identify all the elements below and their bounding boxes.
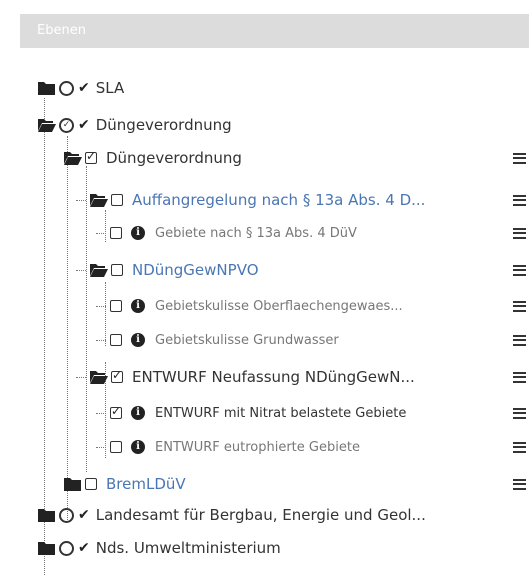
layer-label[interactable]: BremLDüV bbox=[106, 475, 186, 493]
tree-row-gebietskulisse-oberflaeche[interactable]: i Gebietskulisse Oberflaechengewaes... bbox=[0, 291, 529, 321]
checkmark-icon[interactable]: ✔ bbox=[78, 117, 90, 133]
tree-row-lbeg[interactable]: ✔ Landesamt für Bergbau, Energie und Geo… bbox=[0, 500, 529, 530]
layer-label[interactable]: Düngeverordnung bbox=[106, 149, 242, 167]
tree-row-bremlduev[interactable]: BremLDüV bbox=[0, 469, 529, 499]
tree-connector bbox=[76, 269, 86, 271]
info-icon[interactable]: i bbox=[131, 440, 145, 454]
layer-label[interactable]: ENTWURF mit Nitrat belastete Gebiete bbox=[155, 406, 406, 421]
tree-row-gebiete-13a[interactable]: i Gebiete nach § 13a Abs. 4 DüV bbox=[0, 218, 529, 248]
layer-label[interactable]: NDüngGewNPVO bbox=[132, 261, 259, 279]
tree-row-entwurf-eutroph[interactable]: i ENTWURF eutrophierte Gebiete bbox=[0, 432, 529, 462]
checkmark-icon[interactable]: ✔ bbox=[78, 540, 90, 556]
info-icon[interactable]: i bbox=[131, 299, 145, 313]
folder-open-icon[interactable] bbox=[90, 370, 108, 384]
checkbox-checked-icon[interactable] bbox=[110, 404, 122, 419]
tree-row-gebietskulisse-grundwasser[interactable]: i Gebietskulisse Grundwasser bbox=[0, 325, 529, 355]
layer-label[interactable]: Düngeverordnung bbox=[96, 116, 232, 134]
folder-open-icon[interactable] bbox=[38, 118, 56, 132]
checkbox-icon[interactable] bbox=[110, 441, 122, 453]
tree-row-sla[interactable]: ✔ SLA bbox=[0, 73, 529, 103]
layer-tree: ✔ SLA ✓ ✔ Düngeverordnung Düngeverordnun… bbox=[0, 0, 529, 575]
checkbox-icon[interactable] bbox=[110, 227, 122, 239]
info-icon[interactable]: i bbox=[131, 226, 145, 240]
menu-icon[interactable] bbox=[513, 407, 526, 419]
menu-icon[interactable] bbox=[513, 194, 526, 206]
menu-icon[interactable] bbox=[513, 264, 526, 276]
layer-label[interactable]: SLA bbox=[96, 79, 124, 97]
folder-closed-icon[interactable] bbox=[38, 541, 56, 555]
menu-icon[interactable] bbox=[513, 371, 526, 383]
tree-row-duengeverordnung-root[interactable]: ✓ ✔ Düngeverordnung bbox=[0, 110, 529, 140]
layer-label[interactable]: Nds. Umweltministerium bbox=[96, 539, 281, 557]
layer-label[interactable]: Gebietskulisse Oberflaechengewaes... bbox=[155, 299, 403, 314]
checkbox-icon[interactable] bbox=[110, 300, 122, 312]
tree-row-umweltministerium[interactable]: ✔ Nds. Umweltministerium bbox=[0, 533, 529, 563]
info-icon[interactable]: i bbox=[131, 406, 145, 420]
layer-label[interactable]: Auffangregelung nach § 13a Abs. 4 D... bbox=[132, 191, 425, 209]
checkbox-icon[interactable] bbox=[111, 264, 123, 276]
tree-connector bbox=[76, 199, 86, 201]
tree-connector bbox=[76, 376, 86, 378]
tree-connector bbox=[96, 446, 106, 448]
tree-row-auffangregelung[interactable]: Auffangregelung nach § 13a Abs. 4 D... bbox=[0, 185, 529, 215]
radio-checked-icon[interactable]: ✓ bbox=[59, 117, 74, 133]
checkbox-checked-icon[interactable] bbox=[111, 368, 123, 383]
layer-label[interactable]: ENTWURF Neufassung NDüngGewN... bbox=[132, 368, 415, 386]
menu-icon[interactable] bbox=[513, 300, 526, 312]
tree-row-entwurf-nitrat[interactable]: i ENTWURF mit Nitrat belastete Gebiete bbox=[0, 398, 529, 428]
tree-row-nduenggewnpvo[interactable]: NDüngGewNPVO bbox=[0, 255, 529, 285]
tree-row-entwurf-neufassung[interactable]: ENTWURF Neufassung NDüngGewN... bbox=[0, 362, 529, 392]
folder-closed-icon[interactable] bbox=[64, 477, 82, 491]
folder-closed-icon[interactable] bbox=[38, 508, 56, 522]
checkmark-icon[interactable]: ✔ bbox=[78, 507, 90, 523]
checkmark-icon[interactable]: ✔ bbox=[78, 80, 90, 96]
menu-icon[interactable] bbox=[513, 334, 526, 346]
checkbox-checked-icon[interactable] bbox=[85, 149, 97, 164]
radio-circle-icon[interactable] bbox=[59, 80, 74, 96]
folder-closed-icon[interactable] bbox=[38, 81, 56, 95]
checkbox-icon[interactable] bbox=[110, 334, 122, 346]
radio-circle-icon[interactable] bbox=[59, 540, 74, 556]
folder-open-icon[interactable] bbox=[64, 151, 82, 165]
radio-circle-icon[interactable] bbox=[59, 507, 74, 523]
layer-label[interactable]: ENTWURF eutrophierte Gebiete bbox=[155, 440, 360, 455]
menu-icon[interactable] bbox=[513, 478, 526, 490]
tree-connector bbox=[96, 232, 106, 234]
tree-connector bbox=[96, 339, 106, 341]
checkbox-icon[interactable] bbox=[85, 478, 97, 490]
layer-label[interactable]: Gebiete nach § 13a Abs. 4 DüV bbox=[155, 226, 357, 241]
menu-icon[interactable] bbox=[513, 441, 526, 453]
tree-connector bbox=[96, 412, 106, 414]
checkbox-icon[interactable] bbox=[111, 194, 123, 206]
layer-label[interactable]: Gebietskulisse Grundwasser bbox=[155, 333, 339, 348]
tree-row-duengeverordnung-group[interactable]: Düngeverordnung bbox=[0, 143, 529, 173]
folder-open-icon[interactable] bbox=[90, 263, 108, 277]
menu-icon[interactable] bbox=[513, 227, 526, 239]
menu-icon[interactable] bbox=[513, 152, 526, 164]
info-icon[interactable]: i bbox=[131, 333, 145, 347]
layer-label[interactable]: Landesamt für Bergbau, Energie und Geol.… bbox=[96, 506, 426, 524]
folder-open-icon[interactable] bbox=[90, 193, 108, 207]
tree-connector bbox=[96, 305, 106, 307]
